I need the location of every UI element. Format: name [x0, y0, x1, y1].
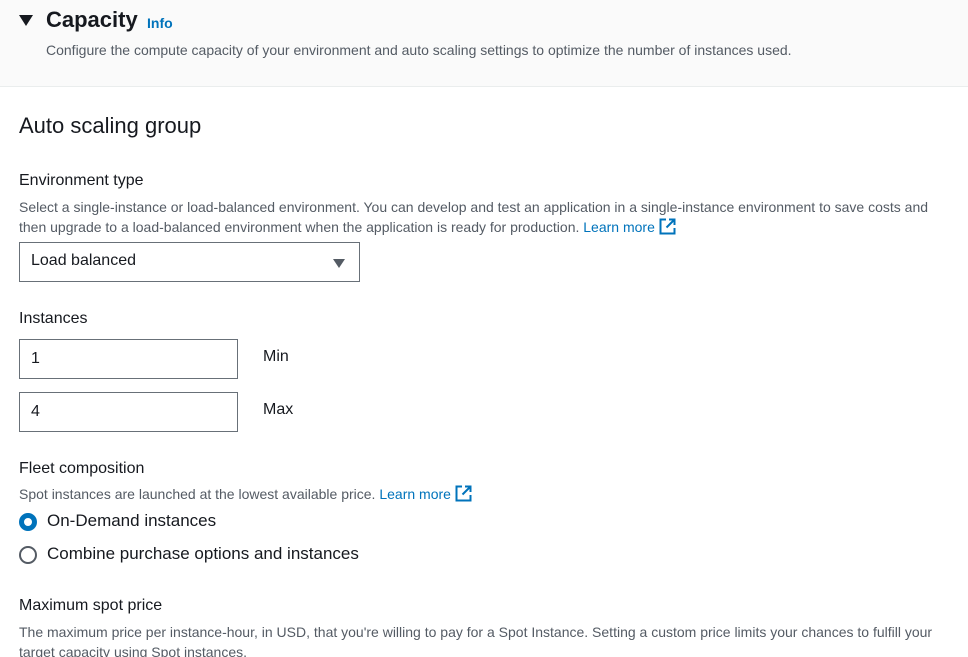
environment-type-select[interactable]: Load balanced [19, 242, 360, 282]
dropdown-caret-icon [333, 259, 345, 268]
on-demand-radio-label: On-Demand instances [47, 511, 217, 530]
environment-type-selected-value: Load balanced [31, 252, 136, 269]
info-link[interactable]: Info [147, 15, 173, 31]
instances-min-input[interactable] [19, 339, 238, 379]
environment-type-description: Select a single-instance or load-balance… [19, 197, 959, 237]
fleet-description-text: Spot instances are launched at the lowes… [19, 486, 376, 502]
instances-max-input[interactable] [19, 392, 238, 432]
radio-unchecked-icon[interactable] [19, 546, 37, 564]
environment-type-label: Environment type [19, 172, 144, 189]
radio-checked-icon[interactable] [19, 513, 37, 531]
max-spot-price-label: Maximum spot price [19, 597, 163, 614]
fleet-composition-label: Fleet composition [19, 460, 145, 477]
instances-max-label: Max [263, 401, 294, 418]
fleet-learn-more-link[interactable]: Learn more [379, 485, 472, 502]
instances-min-label: Min [263, 348, 289, 365]
panel-description: Configure the compute capacity of your e… [46, 42, 792, 58]
instances-label: Instances [19, 310, 88, 327]
environment-type-description-text: Select a single-instance or load-balance… [19, 199, 929, 235]
max-spot-price-description: The maximum price per instance-hour, in … [19, 624, 933, 657]
panel-title: Capacity [46, 7, 138, 32]
on-demand-radio-option[interactable]: On-Demand instances [19, 510, 259, 534]
fleet-composition-description: Spot instances are launched at the lowes… [19, 484, 959, 504]
external-link-icon [659, 218, 676, 235]
environment-type-learn-more-link[interactable]: Learn more [583, 218, 676, 235]
section-title: Auto scaling group [19, 113, 202, 138]
capacity-panel-header: Capacity Info Configure the compute capa… [0, 0, 968, 87]
combine-purchase-radio-label: Combine purchase options and instances [47, 544, 359, 563]
combine-purchase-radio-option[interactable]: Combine purchase options and instances [19, 543, 399, 567]
external-link-icon [455, 485, 472, 502]
collapse-caret-icon[interactable] [19, 15, 33, 26]
